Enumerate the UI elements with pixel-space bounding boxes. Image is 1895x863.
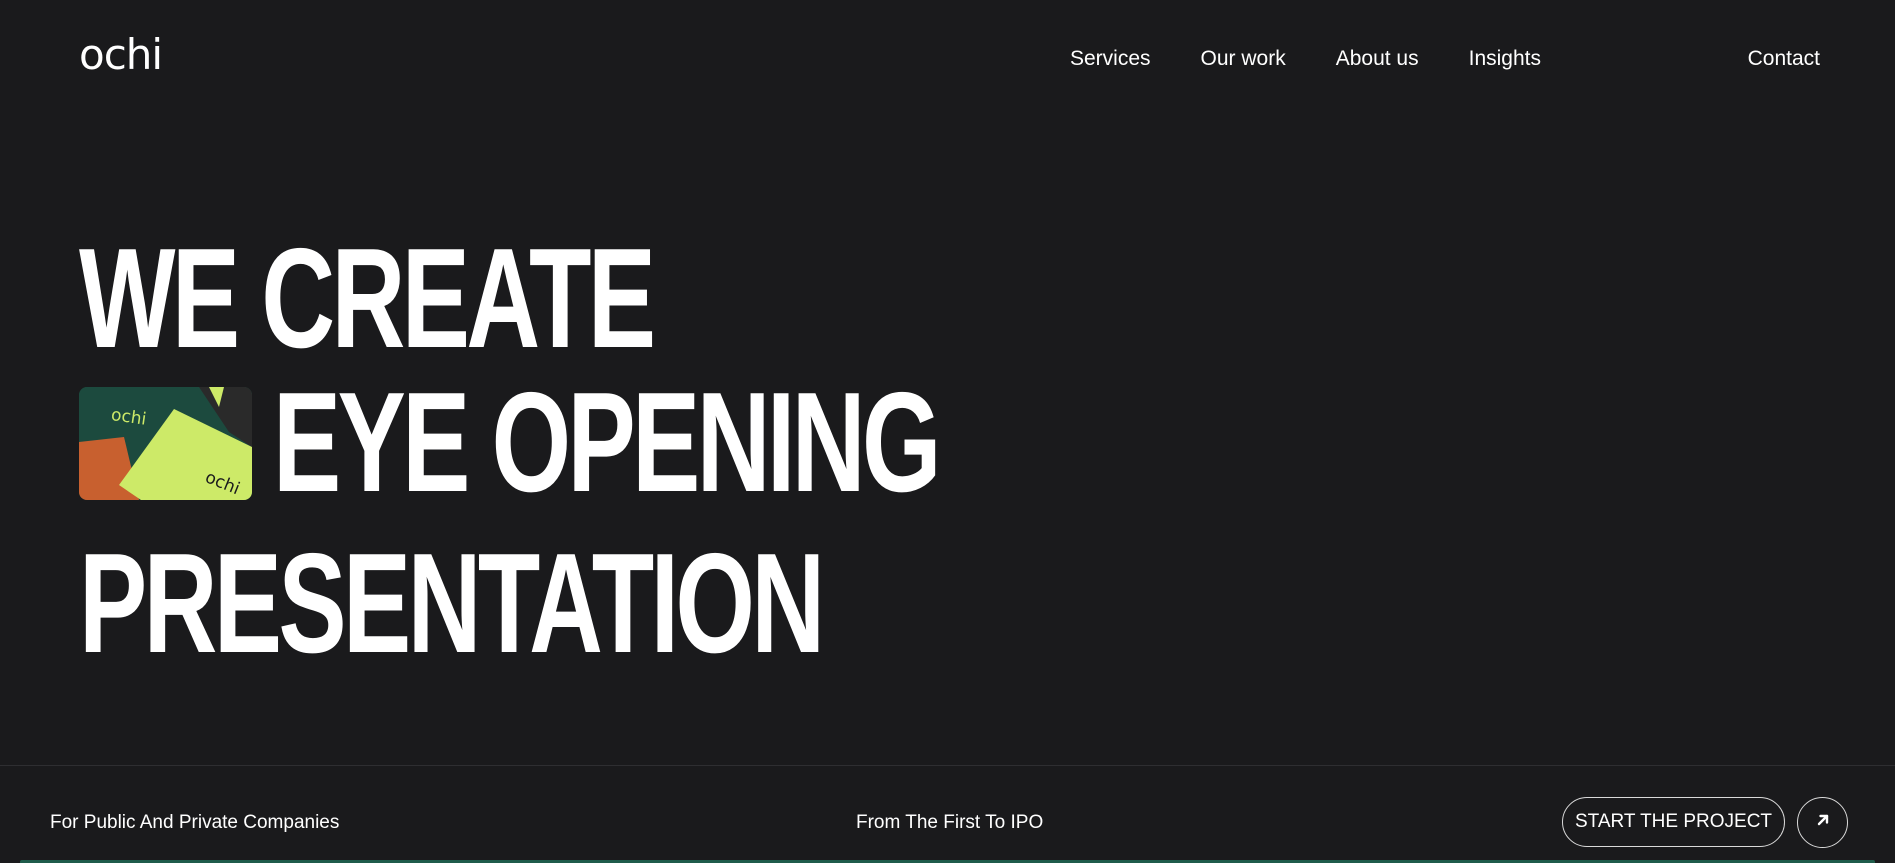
site-logo[interactable]: ochi bbox=[79, 34, 163, 76]
hero-promo-image: ochi ochi bbox=[79, 386, 252, 500]
section-divider bbox=[0, 765, 1895, 766]
hero-line-1: WE CREATE bbox=[79, 219, 656, 378]
arrow-up-right-icon bbox=[1815, 812, 1831, 833]
tagline-ipo: From The First To IPO bbox=[856, 812, 1044, 833]
start-project-arrow-button[interactable] bbox=[1797, 797, 1848, 848]
hero-line-3: PRESENTATION bbox=[79, 524, 825, 683]
tagline-companies: For Public And Private Companies bbox=[50, 812, 340, 833]
nav-link-about-us[interactable]: About us bbox=[1336, 46, 1419, 71]
hero-line-2: EYE OPENING bbox=[273, 363, 941, 522]
nav-link-insights[interactable]: Insights bbox=[1469, 46, 1541, 71]
main-nav: Services Our work About us Insights bbox=[1070, 46, 1541, 71]
nav-link-contact[interactable]: Contact bbox=[1748, 46, 1820, 71]
nav-link-services[interactable]: Services bbox=[1070, 46, 1151, 71]
nav-link-our-work[interactable]: Our work bbox=[1201, 46, 1286, 71]
start-project-button[interactable]: START THE PROJECT bbox=[1562, 797, 1785, 847]
hero-line-2-row: ochi ochi EYE OPENING bbox=[79, 372, 1196, 514]
start-project-label: START THE PROJECT bbox=[1574, 811, 1773, 832]
